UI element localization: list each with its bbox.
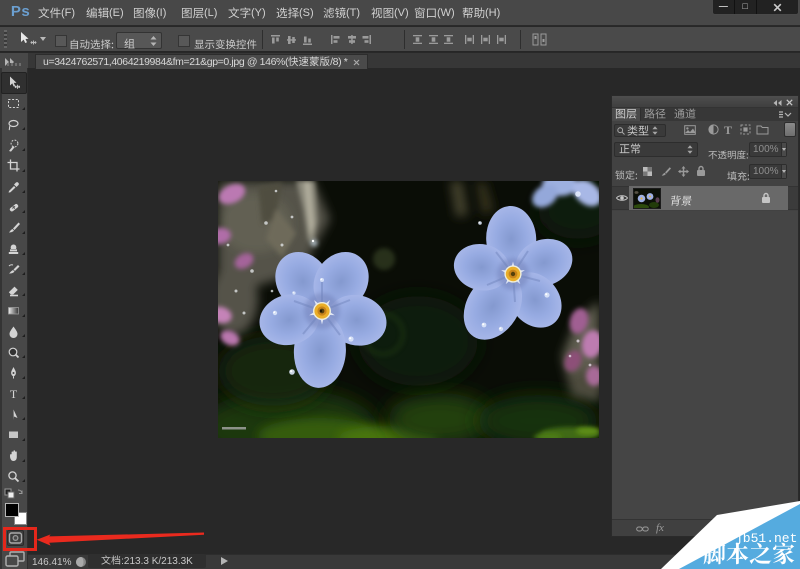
svg-text:T: T [10,387,18,400]
